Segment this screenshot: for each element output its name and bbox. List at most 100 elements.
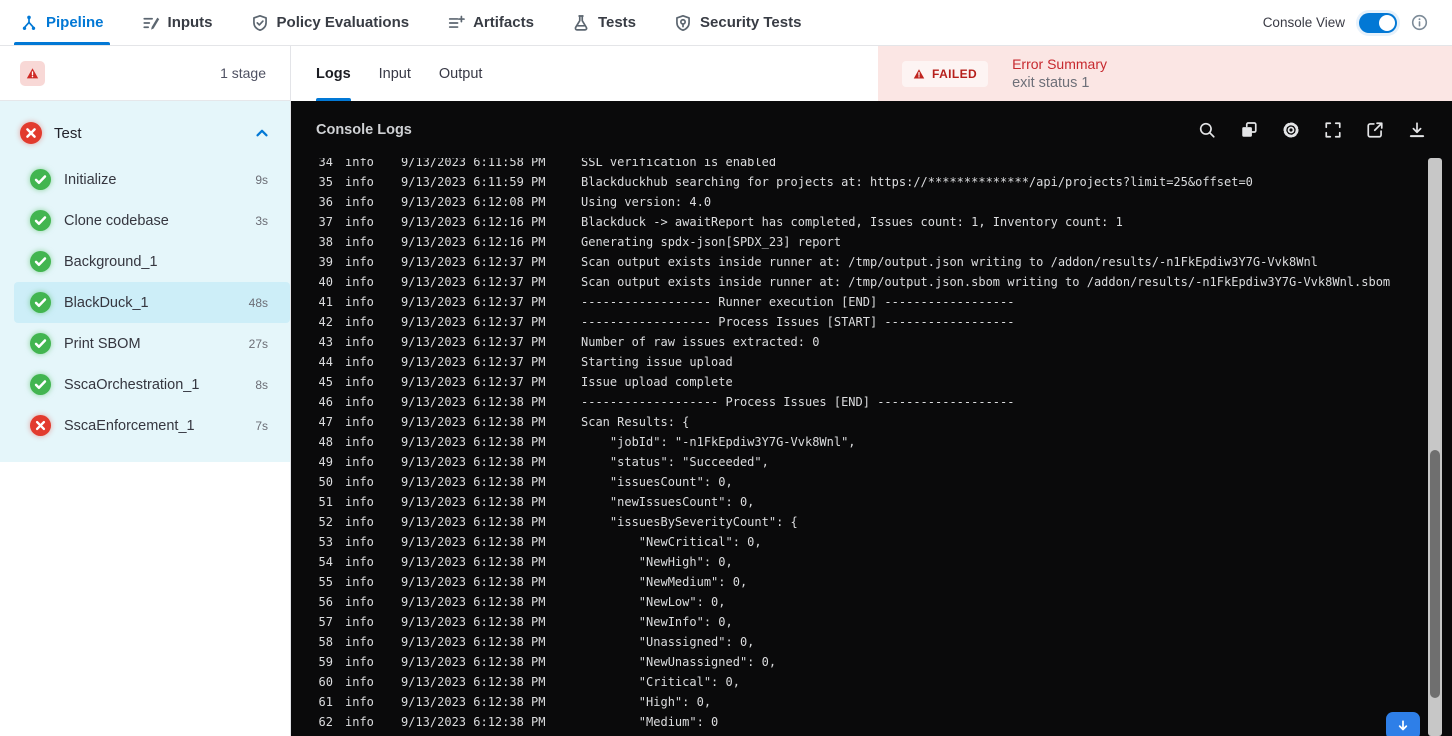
log-timestamp: 9/13/2023 6:12:38 PM	[401, 535, 546, 549]
failed-status-icon	[20, 122, 42, 144]
step-item-print-sbom[interactable]: Print SBOM 27s	[0, 323, 290, 364]
settings-gear-icon[interactable]	[1282, 121, 1300, 139]
nav-tab-label: Artifacts	[473, 14, 534, 31]
log-message: Issue upload complete	[581, 375, 733, 389]
tab-input[interactable]: Input	[379, 46, 411, 101]
log-lines: 34 info 9/13/2023 6:11:58 PM SSL verificati…	[291, 158, 1426, 732]
tab-output[interactable]: Output	[439, 46, 483, 101]
log-level: info	[345, 235, 374, 249]
scrollbar-thumb[interactable]	[1430, 450, 1440, 698]
warning-triangle-icon	[913, 68, 925, 80]
stage-panel: Test Initialize 9s Clone codebase 3s Backgro…	[0, 101, 290, 462]
log-message: Blackduckhub searching for projects at: …	[581, 175, 1253, 189]
log-line-number: 45	[318, 375, 333, 389]
step-item-blackduck_1[interactable]: BlackDuck_1 48s	[14, 282, 290, 323]
log-timestamp: 9/13/2023 6:12:16 PM	[401, 215, 546, 229]
step-name: SscaOrchestration_1	[64, 376, 200, 393]
log-line: 52 info 9/13/2023 6:12:38 PM "issuesBySeve…	[291, 512, 1426, 532]
log-message: "Unassigned": 0,	[581, 635, 755, 649]
scroll-to-bottom-button[interactable]	[1386, 712, 1420, 736]
log-message: "High": 0,	[581, 695, 712, 709]
log-level: info	[345, 675, 374, 689]
log-level: info	[345, 215, 374, 229]
log-timestamp: 9/13/2023 6:12:38 PM	[401, 515, 546, 529]
error-text: Error Summary exit status 1	[1012, 56, 1107, 91]
chevron-up-icon[interactable]	[254, 125, 270, 141]
step-item-background_1[interactable]: Background_1	[0, 241, 290, 282]
step-item-clone-codebase[interactable]: Clone codebase 3s	[0, 200, 290, 241]
log-timestamp: 9/13/2023 6:12:38 PM	[401, 475, 546, 489]
log-message: "Critical": 0,	[581, 675, 740, 689]
log-line: 54 info 9/13/2023 6:12:38 PM "NewHigh": 0,	[291, 552, 1426, 572]
failed-badge-label: FAILED	[932, 66, 978, 81]
nav-tab-tests[interactable]: Tests	[570, 0, 638, 45]
error-summary-title: Error Summary	[1012, 56, 1107, 72]
info-icon[interactable]	[1411, 14, 1428, 31]
log-line-number: 34	[318, 158, 333, 169]
content: 1 stage Test Initialize 9s Clone codebase 3…	[0, 46, 1452, 736]
console-view-toggle[interactable]	[1359, 12, 1397, 33]
failed-badge: FAILED	[902, 60, 989, 87]
log-timestamp: 9/13/2023 6:12:37 PM	[401, 295, 546, 309]
log-message: "status": "Succeeded",	[581, 455, 769, 469]
log-timestamp: 9/13/2023 6:12:37 PM	[401, 375, 546, 389]
step-item-initialize[interactable]: Initialize 9s	[0, 159, 290, 200]
step-item-sscaorchestration_1[interactable]: SscaOrchestration_1 8s	[0, 364, 290, 405]
step-duration: 9s	[255, 172, 268, 187]
nav-tab-pipeline[interactable]: Pipeline	[14, 0, 110, 45]
stage-summary-row: 1 stage	[0, 46, 290, 101]
log-line: 44 info 9/13/2023 6:12:37 PM Starting issue…	[291, 352, 1426, 372]
log-timestamp: 9/13/2023 6:12:38 PM	[401, 395, 546, 409]
log-level: info	[345, 475, 374, 489]
nav-tab-label: Security Tests	[700, 14, 802, 31]
log-timestamp: 9/13/2023 6:12:38 PM	[401, 715, 546, 729]
search-icon[interactable]	[1198, 121, 1216, 139]
log-line: 61 info 9/13/2023 6:12:38 PM "High": 0,	[291, 692, 1426, 712]
log-level: info	[345, 158, 374, 169]
success-status-icon	[30, 210, 51, 231]
step-duration: 3s	[255, 213, 268, 228]
nav-tab-security-tests[interactable]: Security Tests	[672, 0, 803, 45]
log-level: info	[345, 255, 374, 269]
log-line: 40 info 9/13/2023 6:12:37 PM Scan output ex…	[291, 272, 1426, 292]
nav-tab-policy-evaluations[interactable]: Policy Evaluations	[249, 0, 412, 45]
stage-header[interactable]: Test	[0, 101, 290, 159]
log-line: 42 info 9/13/2023 6:12:37 PM --------------…	[291, 312, 1426, 332]
log-level: info	[345, 515, 374, 529]
stage-count: 1 stage	[220, 65, 266, 81]
download-icon[interactable]	[1408, 121, 1426, 139]
nav-tab-inputs[interactable]: Inputs	[140, 0, 215, 45]
console-panel: Console Logs 34 info 9/13/2023 6:11:58 PM S…	[291, 101, 1452, 736]
log-message: "NewMedium": 0,	[581, 575, 748, 589]
log-line: 47 info 9/13/2023 6:12:38 PM Scan Results: …	[291, 412, 1426, 432]
log-timestamp: 9/13/2023 6:12:38 PM	[401, 635, 546, 649]
console-scrollbar[interactable]	[1428, 158, 1442, 736]
nav-tab-artifacts[interactable]: Artifacts	[445, 0, 536, 45]
log-line-number: 56	[318, 595, 333, 609]
log-line-number: 61	[318, 695, 333, 709]
log-view[interactable]: 34 info 9/13/2023 6:11:58 PM SSL verificati…	[291, 158, 1426, 736]
open-in-new-icon[interactable]	[1366, 121, 1384, 139]
log-tabs: Logs Input Output	[291, 46, 878, 101]
log-level: info	[345, 555, 374, 569]
main-panel: Logs Input Output FAILED Error Summary exi…	[291, 46, 1452, 736]
log-line: 34 info 9/13/2023 6:11:58 PM SSL verificati…	[291, 158, 1426, 172]
log-line-number: 43	[318, 335, 333, 349]
log-line-number: 46	[318, 395, 333, 409]
error-summary: FAILED Error Summary exit status 1	[878, 46, 1452, 101]
tab-logs[interactable]: Logs	[316, 46, 351, 101]
error-summary-message: exit status 1	[1012, 75, 1090, 91]
step-list: Initialize 9s Clone codebase 3s Background_1…	[0, 159, 290, 446]
artifacts-icon	[447, 14, 465, 32]
console-title: Console Logs	[316, 121, 412, 138]
copy-icon[interactable]	[1240, 121, 1258, 139]
fullscreen-icon[interactable]	[1324, 121, 1342, 139]
log-timestamp: 9/13/2023 6:12:38 PM	[401, 455, 546, 469]
step-item-sscaenforcement_1[interactable]: SscaEnforcement_1 7s	[0, 405, 290, 446]
log-line: 45 info 9/13/2023 6:12:37 PM Issue upload c…	[291, 372, 1426, 392]
nav-tab-label: Policy Evaluations	[276, 14, 410, 31]
log-line-number: 58	[318, 635, 333, 649]
log-line: 38 info 9/13/2023 6:12:16 PM Generating spd…	[291, 232, 1426, 252]
log-line-number: 35	[318, 175, 333, 189]
stage-name: Test	[54, 124, 82, 142]
